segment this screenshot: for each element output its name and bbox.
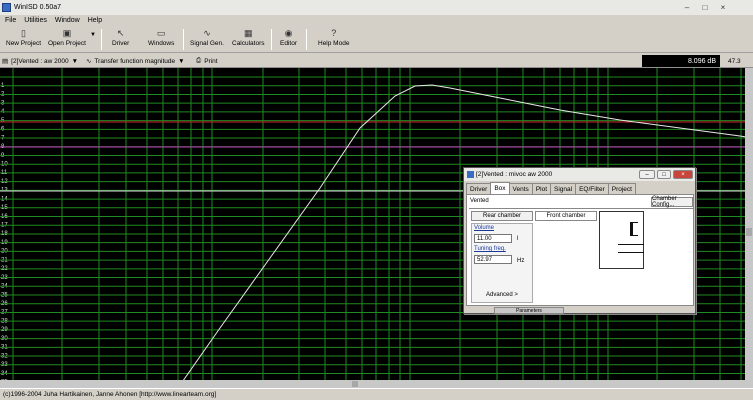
graph-select-label: Transfer function magnitude [94, 57, 176, 65]
new-project-button[interactable]: ▯ New Project [6, 28, 41, 52]
chevron-down-icon: ▼ [71, 57, 79, 65]
parameters-bar: Parameters [494, 307, 564, 314]
signal-gen-label: Signal Gen. [190, 40, 224, 47]
status-bar: (c)1996-2004 Juha Hartikainen, Janne Aho… [0, 388, 753, 400]
open-project-dropdown-icon[interactable]: ▼ [90, 32, 96, 38]
speaker-driver-icon [630, 222, 638, 236]
dialog-minimize-icon[interactable]: – [639, 170, 655, 179]
divider [469, 208, 693, 209]
calculators-label: Calculators [232, 40, 265, 47]
copyright-text: (c)1996-2004 Juha Hartikainen, Janne Aho… [3, 391, 217, 398]
tab-vents[interactable]: Vents [508, 183, 533, 194]
volume-input[interactable]: 11.00 [474, 234, 512, 243]
scrollbar-thumb [352, 381, 358, 387]
driver-button[interactable]: ↖ Driver [112, 28, 129, 52]
dialog-close-icon[interactable]: × [673, 170, 693, 179]
toolbar-separator [101, 29, 102, 50]
chamber-config-button[interactable]: Chamber Config... [651, 196, 693, 208]
tuning-freq-unit: Hz [517, 258, 525, 264]
print-button[interactable]: ⎙ Print [196, 56, 218, 66]
cursor-readout: 8.096 dB [642, 55, 720, 67]
box-diagram [599, 211, 644, 269]
graph-curve-icon: ∿ [86, 58, 92, 65]
title-bar: WinISD 0.50a7 – □ × [0, 0, 753, 15]
dialog-title: [2]Vented : mivoc aw 2000 [476, 171, 553, 178]
toolbar-separator [271, 29, 272, 50]
signal-gen-button[interactable]: ∿ Signal Gen. [190, 28, 224, 52]
chevron-down-icon: ▼ [178, 57, 185, 65]
toolbar-separator [183, 29, 184, 50]
sine-wave-icon: ∿ [203, 28, 211, 38]
dialog-title-bar: [2]Vented : mivoc aw 2000 – □ × [464, 168, 695, 181]
calculator-icon: ▦ [244, 28, 253, 38]
horizontal-scrollbar [0, 380, 753, 388]
window-title: WinISD 0.50a7 [14, 4, 62, 11]
help-icon: ? [331, 28, 337, 38]
cursor-readout-secondary: 47.3 [728, 57, 741, 65]
tab-plot[interactable]: Plot [531, 183, 552, 194]
tab-box[interactable]: Box [490, 182, 510, 194]
editor-button[interactable]: ◉ Editor [280, 28, 297, 52]
volume-label: Volume [474, 225, 495, 231]
box-type-label: Vented [470, 198, 489, 204]
driver-icon: ↖ [116, 28, 125, 38]
tab-project[interactable]: Project [607, 183, 636, 194]
tab-signal[interactable]: Signal [550, 183, 577, 194]
menu-bar: File Utilities Window Help [0, 15, 753, 26]
editor-label: Editor [280, 40, 297, 47]
speaker-icon: ◉ [284, 28, 293, 38]
toolbar: ▯ New Project ▣ Open Project ▼ ↖ Driver … [0, 26, 753, 53]
tab-eq-filter[interactable]: EQ/Filter [575, 183, 609, 194]
windows-button[interactable]: ▭ Windows [148, 28, 174, 52]
tuning-freq-label: Tuning freq. [474, 246, 506, 252]
app-icon [2, 3, 11, 12]
help-mode-label: Help Mode [318, 40, 350, 47]
menu-help[interactable]: Help [88, 17, 102, 24]
advanced-button[interactable]: Advanced > [486, 292, 518, 298]
maximize-icon[interactable]: □ [698, 1, 712, 13]
tuning-freq-input[interactable]: 52.97 [474, 255, 512, 264]
rear-chamber-group: Volume 11.00 l Tuning freq. 52.97 Hz Adv… [471, 223, 533, 303]
project-select[interactable]: ▤ [2]Vented : aw 2000 ▼ [2, 56, 82, 66]
calculators-button[interactable]: ▦ Calculators [232, 28, 265, 52]
print-label: Print [204, 57, 218, 65]
front-chamber-button[interactable]: Front chamber [535, 211, 597, 221]
rear-chamber-button[interactable]: Rear chamber [471, 211, 533, 221]
new-project-label: New Project [6, 40, 42, 47]
minimize-icon[interactable]: – [680, 1, 694, 13]
project-select-label: [2]Vented : aw 2000 [11, 57, 69, 65]
new-document-icon: ▯ [21, 28, 26, 38]
menu-file[interactable]: File [5, 17, 16, 24]
box-tab-panel: Vented Chamber Config... Rear chamber Fr… [466, 194, 694, 306]
tab-driver[interactable]: Driver [466, 183, 492, 194]
open-project-button[interactable]: ▣ Open Project [48, 28, 86, 52]
open-project-label: Open Project [48, 40, 86, 47]
help-mode-button[interactable]: ? Help Mode [318, 28, 349, 52]
volume-unit: l [517, 236, 519, 242]
vertical-scrollbar [745, 68, 753, 380]
windows-icon: ▭ [156, 28, 166, 38]
driver-label: Driver [112, 40, 130, 47]
dialog-maximize-icon[interactable]: □ [657, 170, 671, 179]
menu-utilities[interactable]: Utilities [24, 17, 47, 24]
graph-select[interactable]: ∿ Transfer function magnitude ▼ [86, 56, 192, 66]
printer-icon: ⎙ [196, 57, 202, 64]
port-line [618, 252, 644, 253]
folder-icon: ▣ [62, 28, 72, 38]
toolbar-separator [306, 29, 307, 50]
dialog-tabs: Driver Box Vents Plot Signal EQ/Filter P… [466, 182, 636, 194]
close-icon[interactable]: × [716, 1, 730, 13]
plot-toolbar: ▤ [2]Vented : aw 2000 ▼ ∿ Transfer funct… [0, 54, 753, 68]
port-line [618, 244, 644, 245]
menu-window[interactable]: Window [55, 17, 80, 24]
vented-box-dialog: [2]Vented : mivoc aw 2000 – □ × Driver B… [463, 167, 696, 314]
dialog-icon [467, 171, 474, 178]
windows-label: Windows [148, 40, 175, 47]
project-select-icon: ▤ [2, 58, 9, 65]
scrollbar-thumb [746, 228, 752, 236]
